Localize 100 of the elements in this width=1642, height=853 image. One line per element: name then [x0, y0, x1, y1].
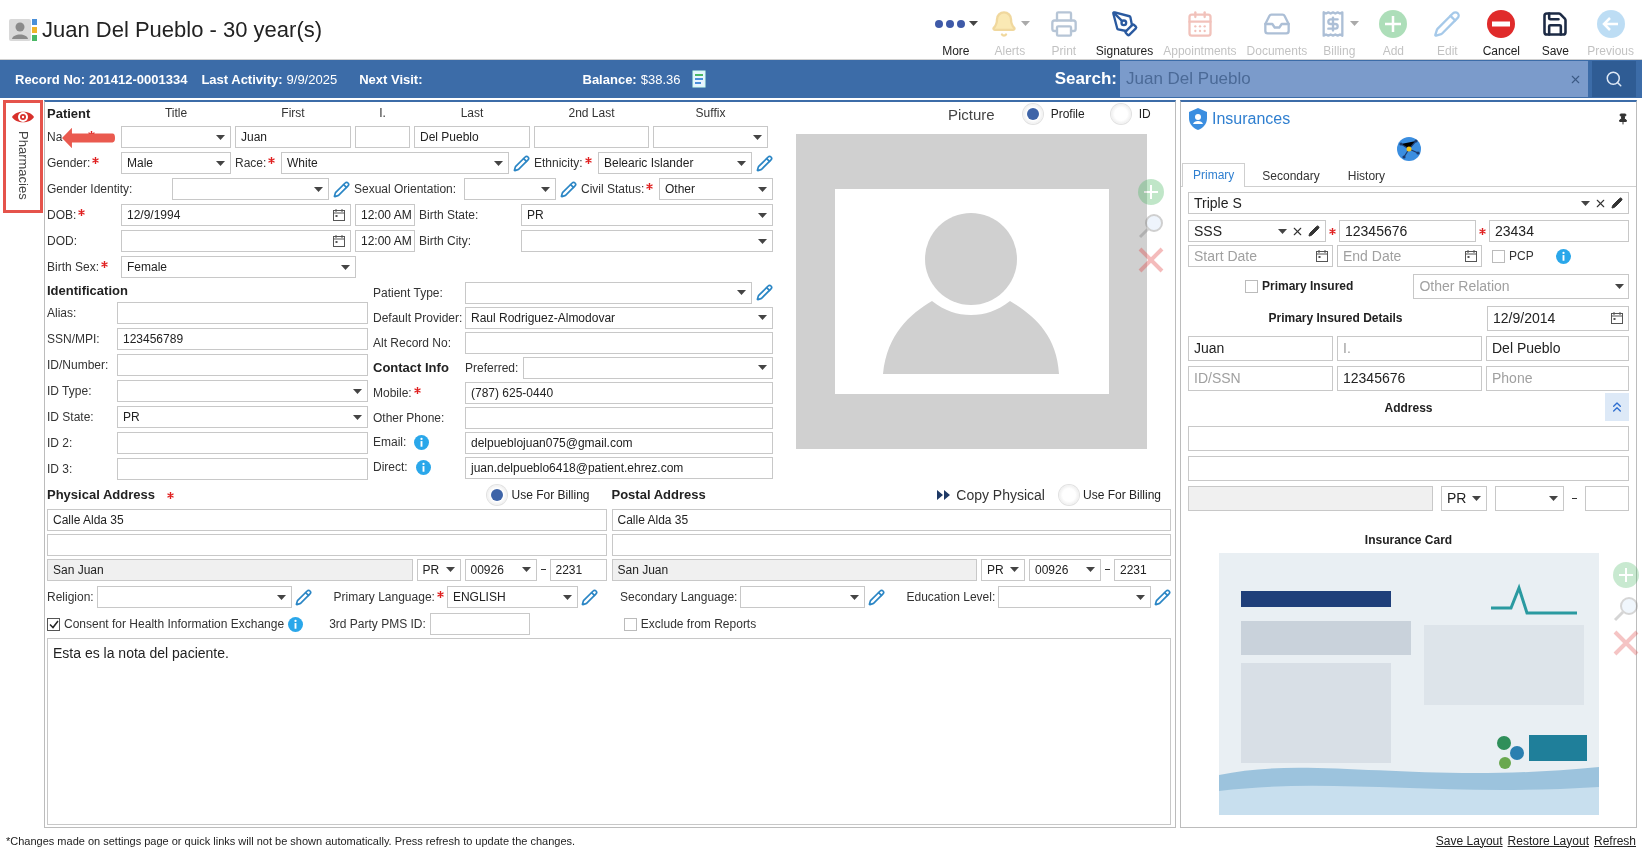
tab[interactable]: Primary — [1182, 163, 1246, 187]
text-field[interactable]: 12345676 — [1339, 220, 1476, 242]
dropdown[interactable] — [117, 380, 368, 402]
toolbar-button[interactable]: Signatures — [1091, 7, 1158, 58]
footer-link[interactable]: Save Layout — [1435, 833, 1503, 848]
text-field[interactable]: juan.delpueblo6418@patient.ehrez.com — [465, 456, 773, 479]
tab[interactable]: Secondary — [1251, 164, 1331, 187]
text-field[interactable]: San Juan — [47, 558, 413, 581]
dropdown[interactable]: PR — [117, 406, 368, 428]
info-icon[interactable] — [288, 616, 304, 632]
collapse-button[interactable] — [1605, 393, 1629, 421]
text-field[interactable]: Juan — [1188, 335, 1333, 361]
toolbar-button[interactable]: Save — [1529, 7, 1582, 58]
text-field[interactable]: San Juan — [611, 558, 977, 581]
tab[interactable]: History — [1336, 164, 1397, 187]
radio-button[interactable] — [1058, 484, 1079, 505]
dropdown[interactable]: Raul Rodriguez-Almodovar — [465, 306, 773, 329]
text-field[interactable] — [355, 126, 410, 148]
ledger-icon[interactable] — [692, 70, 709, 88]
zoom-icon[interactable] — [1611, 595, 1640, 623]
dropdown[interactable]: Belearic Islander — [598, 152, 752, 174]
date-field[interactable]: 12/9/2014 — [1487, 305, 1629, 331]
search-button[interactable] — [1592, 61, 1636, 97]
date-field[interactable] — [121, 230, 351, 252]
dropdown[interactable] — [521, 230, 773, 252]
dropdown[interactable] — [96, 586, 292, 608]
zoom-icon[interactable] — [1137, 212, 1165, 240]
radio-button[interactable] — [1022, 104, 1043, 124]
text-field[interactable] — [1188, 455, 1629, 481]
text-field[interactable] — [534, 126, 649, 148]
text-field[interactable]: 12:00 AM — [355, 230, 415, 252]
radio-button[interactable] — [1110, 104, 1131, 124]
dropdown[interactable]: ENGLISH — [446, 586, 578, 608]
dropdown[interactable]: Female — [121, 256, 356, 278]
text-field[interactable] — [429, 613, 530, 635]
date-field[interactable]: 12/9/1994 — [121, 204, 351, 226]
side-tab[interactable]: Pharmacies — [3, 100, 43, 213]
text-field[interactable] — [465, 331, 773, 354]
pencil-icon[interactable] — [1611, 197, 1623, 209]
copy-physical-button[interactable]: Copy Physical — [937, 486, 1045, 503]
dropdown[interactable]: White — [281, 152, 509, 174]
text-field[interactable]: Calle Alda 35 — [611, 508, 1171, 531]
dropdown[interactable] — [523, 356, 773, 379]
text-field[interactable] — [1188, 425, 1629, 451]
toolbar-button[interactable]: More — [929, 7, 982, 58]
text-field[interactable] — [1188, 485, 1433, 511]
dropdown[interactable]: Other — [659, 178, 773, 200]
date-field[interactable]: Start Date — [1188, 245, 1333, 267]
pencil-icon[interactable] — [1308, 225, 1320, 237]
info-icon[interactable] — [415, 460, 431, 475]
text-field[interactable] — [611, 533, 1171, 556]
dropdown[interactable] — [121, 126, 231, 148]
text-field[interactable]: 123456789 — [117, 328, 368, 350]
info-icon[interactable] — [414, 435, 430, 450]
dropdown[interactable] — [464, 178, 556, 200]
delete-icon[interactable] — [1137, 246, 1165, 274]
dropdown[interactable]: 00926 — [1029, 558, 1101, 581]
text-field[interactable]: 23434 — [1489, 220, 1629, 242]
text-field[interactable]: (787) 625-0440 — [465, 381, 773, 404]
dropdown[interactable] — [1495, 485, 1564, 511]
checkbox[interactable] — [1492, 249, 1505, 263]
dropdown[interactable]: PR — [981, 558, 1025, 581]
text-field[interactable]: 2231 — [1114, 558, 1171, 581]
text-field[interactable] — [47, 533, 607, 556]
text-field[interactable] — [117, 432, 368, 454]
text-field[interactable]: I. — [1337, 335, 1482, 361]
dropdown[interactable]: SSS — [1188, 220, 1326, 242]
checkbox[interactable] — [1245, 279, 1258, 293]
delete-icon[interactable] — [1611, 629, 1640, 657]
dropdown[interactable]: Triple S — [1188, 192, 1629, 214]
dropdown[interactable] — [653, 126, 768, 148]
add-icon[interactable] — [1137, 178, 1165, 206]
dropdown[interactable] — [465, 281, 752, 304]
dropdown[interactable] — [740, 586, 865, 608]
text-field[interactable]: Phone — [1486, 365, 1629, 391]
toolbar-button[interactable]: Cancel — [1475, 7, 1528, 58]
text-field[interactable]: ID/SSN — [1188, 365, 1333, 391]
dropdown[interactable]: PR — [1441, 485, 1487, 511]
dropdown[interactable]: Other Relation — [1413, 273, 1629, 299]
checkbox[interactable] — [623, 617, 637, 631]
pin-icon[interactable] — [1617, 113, 1629, 125]
info-icon[interactable] — [1555, 248, 1571, 264]
text-field[interactable] — [465, 406, 773, 429]
text-field[interactable]: 2231 — [549, 558, 607, 581]
footer-link[interactable]: Restore Layout — [1507, 833, 1589, 848]
dropdown[interactable]: 00926 — [464, 558, 537, 581]
text-field[interactable]: 12:00 AM — [355, 204, 415, 226]
globe-network-icon[interactable] — [1395, 136, 1422, 162]
dropdown[interactable]: PR — [416, 558, 461, 581]
text-field[interactable]: Del Pueblo — [1486, 335, 1629, 361]
text-field[interactable]: 12345676 — [1337, 365, 1482, 391]
text-field[interactable] — [117, 302, 368, 324]
text-field[interactable]: Juan — [235, 126, 351, 148]
checkbox[interactable] — [47, 617, 60, 631]
text-field[interactable] — [117, 354, 368, 376]
dropdown[interactable]: PR — [521, 204, 773, 226]
dropdown[interactable]: Male — [121, 152, 231, 174]
footer-link[interactable]: Refresh — [1593, 833, 1636, 848]
add-icon[interactable] — [1611, 561, 1640, 589]
date-field[interactable]: End Date — [1337, 245, 1482, 267]
